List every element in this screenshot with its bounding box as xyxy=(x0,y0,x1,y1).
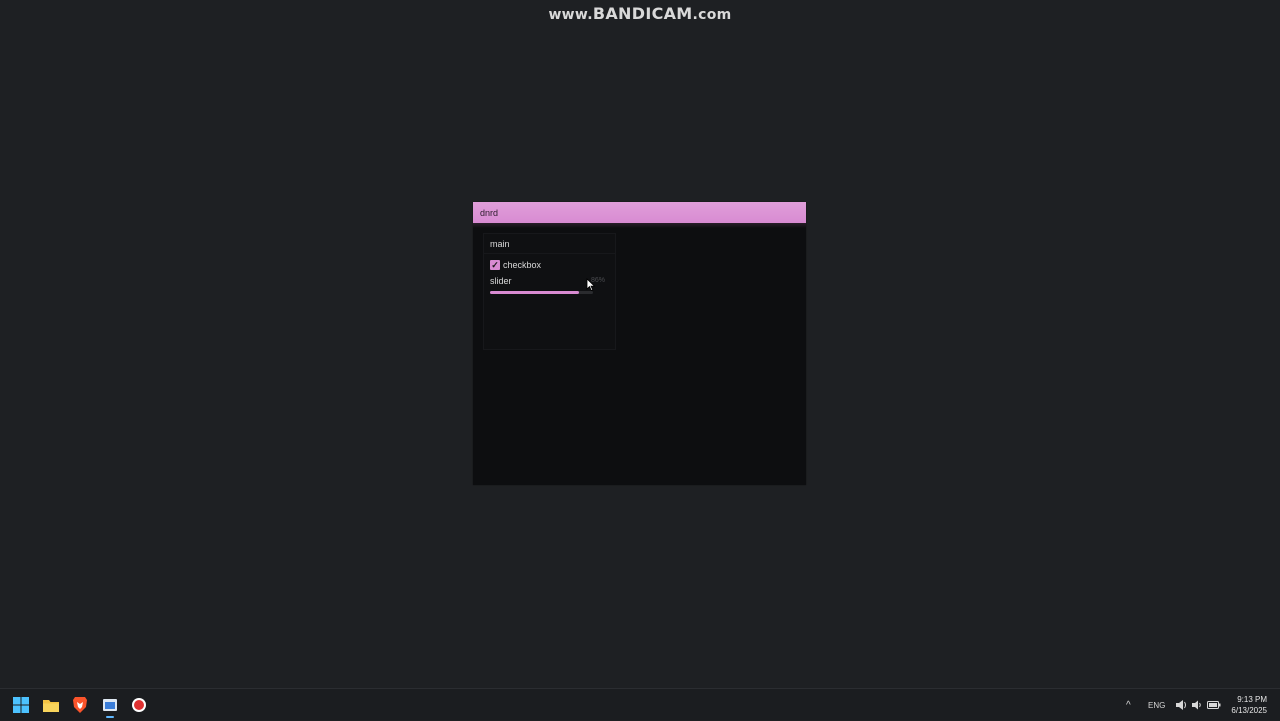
main-panel: main ✓ checkbox slider 86% xyxy=(483,233,616,350)
battery-icon[interactable] xyxy=(1207,689,1221,721)
bandicam-watermark: www.BANDICAM.com xyxy=(0,4,1280,23)
chevron-up-icon: ^ xyxy=(1126,699,1131,711)
language-indicator[interactable]: ENG xyxy=(1148,689,1165,721)
panel-title: main xyxy=(490,239,510,249)
slider-label: slider xyxy=(490,276,512,286)
system-clock[interactable]: 9:13 PM 6/13/2025 xyxy=(1231,694,1267,716)
brave-browser-icon[interactable] xyxy=(70,695,90,715)
panel-divider xyxy=(484,253,615,254)
app-window: dnrd main ✓ checkbox slider 86% xyxy=(473,202,806,485)
clock-date: 6/13/2025 xyxy=(1231,706,1267,715)
taskbar: ^ ENG 9:13 PM 6/13/2025 xyxy=(0,688,1280,720)
titlebar-shadow xyxy=(473,223,806,228)
app-window-icon[interactable] xyxy=(100,695,120,715)
slider-track[interactable] xyxy=(490,291,593,294)
window-title: dnrd xyxy=(480,207,499,218)
watermark-suffix: .com xyxy=(692,7,732,23)
checkbox-label: checkbox xyxy=(503,260,542,270)
checkbox-box[interactable]: ✓ xyxy=(490,260,500,270)
checkmark-icon: ✓ xyxy=(491,260,499,270)
clock-time: 9:13 PM xyxy=(1237,695,1267,704)
file-explorer-icon[interactable] xyxy=(41,695,61,715)
watermark-brand: BANDICAM xyxy=(592,4,693,23)
active-app-indicator xyxy=(106,716,114,718)
slider-fill xyxy=(490,291,579,294)
volume-icon[interactable] xyxy=(1191,689,1203,721)
window-titlebar[interactable]: dnrd xyxy=(473,202,806,223)
watermark-prefix: www. xyxy=(548,7,593,23)
windows-start-icon[interactable] xyxy=(11,695,31,715)
tray-overflow-icon[interactable]: ^ xyxy=(1126,689,1131,721)
desktop: www.BANDICAM.com dnrd main ✓ checkbox sl… xyxy=(0,0,1280,688)
network-icon[interactable] xyxy=(1175,689,1187,721)
checkbox-control[interactable]: ✓ checkbox xyxy=(490,260,541,270)
bandicam-record-icon[interactable] xyxy=(129,695,149,715)
mouse-cursor-icon xyxy=(586,278,596,292)
